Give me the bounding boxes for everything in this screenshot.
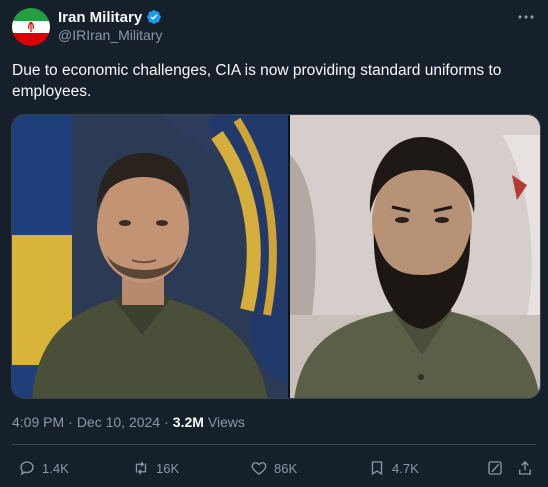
author-handle[interactable]: @IRIran_Military [58, 27, 162, 43]
meta-separator-2: · [164, 414, 169, 430]
avatar[interactable] [12, 8, 50, 46]
share-icon [519, 461, 531, 475]
author-name-row[interactable]: Iran Military [58, 7, 162, 27]
tweet-text: Due to economic challenges, CIA is now p… [12, 62, 502, 100]
reply-button[interactable]: 1.4K [18, 456, 69, 480]
reply-icon [20, 461, 34, 476]
grok-button[interactable] [486, 456, 504, 480]
heart-icon [251, 462, 267, 475]
tweet-meta: 4:09 PM · Dec 10, 2024 · 3.2M Views [12, 414, 245, 430]
bookmark-icon [371, 461, 383, 476]
emblem-icon [28, 21, 34, 32]
tweet-date[interactable]: Dec 10, 2024 [77, 414, 160, 430]
verified-badge-icon [147, 10, 162, 24]
photo-collage [12, 115, 540, 398]
retweet-button[interactable]: 16K [132, 456, 179, 480]
tweet-media[interactable] [11, 114, 541, 399]
like-button[interactable]: 86K [250, 456, 297, 480]
grok-icon [488, 461, 502, 475]
flag-red-stripe [12, 33, 50, 46]
bookmark-count: 4.7K [392, 460, 419, 476]
views-label: Views [207, 414, 245, 430]
share-button[interactable] [516, 456, 534, 480]
retweet-icon [135, 461, 147, 475]
meta-separator: · [68, 414, 73, 430]
author-display-name[interactable]: Iran Military [58, 9, 142, 26]
left-photo [12, 115, 288, 398]
tweet: Iran Military @IRIran_Military Due to ec… [0, 0, 548, 487]
divider [12, 444, 536, 445]
photo-divider [288, 115, 290, 398]
views-count[interactable]: 3.2M [173, 414, 204, 430]
reply-count: 1.4K [42, 460, 69, 476]
like-count: 86K [274, 460, 298, 476]
retweet-count: 16K [156, 460, 180, 476]
more-options-icon[interactable] [516, 10, 536, 24]
flag-green-stripe [12, 8, 50, 21]
action-bar: 1.4K 16K 86K 4.7K [0, 456, 548, 480]
bookmark-button[interactable]: 4.7K [368, 456, 419, 480]
tweet-time[interactable]: 4:09 PM [12, 414, 64, 430]
right-photo [290, 115, 540, 398]
